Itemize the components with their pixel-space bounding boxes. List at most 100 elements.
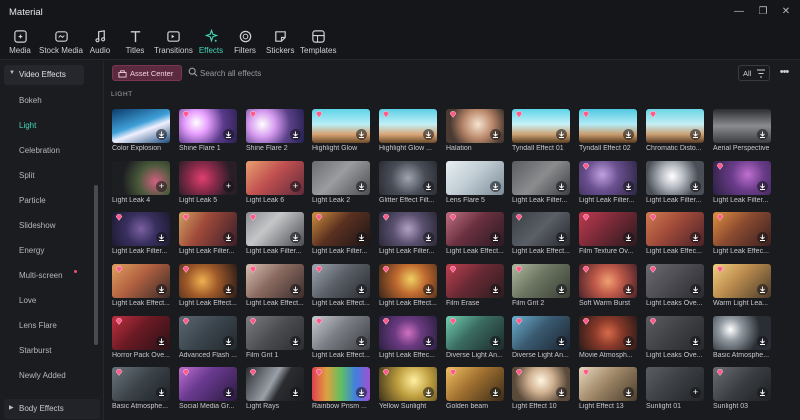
effect-card[interactable]: Sunlight 03 xyxy=(705,362,771,412)
sidebar-header-body-effects[interactable]: ▶ Body Effects xyxy=(4,399,100,419)
effect-card[interactable]: Soft Warm Burst xyxy=(571,259,637,309)
effect-thumbnail[interactable] xyxy=(512,161,570,195)
tab-transitions[interactable]: Transitions xyxy=(154,28,193,58)
effect-thumbnail[interactable] xyxy=(579,109,637,143)
download-icon[interactable] xyxy=(690,284,701,295)
effect-card[interactable]: Light Leak Effect... xyxy=(171,259,237,309)
effect-thumbnail[interactable] xyxy=(112,212,170,246)
effect-thumbnail[interactable] xyxy=(112,109,170,143)
effect-card[interactable]: + Light Leak 4 xyxy=(104,156,170,206)
tab-stock-media[interactable]: Stock Media xyxy=(38,28,84,58)
effect-card[interactable]: Highlight Glow ... xyxy=(371,104,437,154)
effect-thumbnail[interactable] xyxy=(646,264,704,298)
sidebar-scrollbar[interactable] xyxy=(94,185,98,345)
download-icon[interactable] xyxy=(490,336,501,347)
download-icon[interactable] xyxy=(356,387,367,398)
effect-card[interactable]: Shine Flare 1 xyxy=(171,104,237,154)
effect-thumbnail[interactable] xyxy=(446,212,504,246)
download-icon[interactable] xyxy=(623,284,634,295)
effect-thumbnail[interactable] xyxy=(713,316,771,350)
sidebar-item-love[interactable]: Love xyxy=(19,296,36,305)
download-icon[interactable] xyxy=(757,129,768,140)
effect-card[interactable]: Advanced Flash ... xyxy=(171,311,237,361)
effect-thumbnail[interactable] xyxy=(179,109,237,143)
effect-thumbnail[interactable] xyxy=(312,316,370,350)
effect-thumbnail[interactable] xyxy=(379,316,437,350)
effect-card[interactable]: Basic Atmosphe... xyxy=(104,362,170,412)
download-icon[interactable] xyxy=(223,232,234,243)
download-icon[interactable] xyxy=(690,232,701,243)
effect-card[interactable]: Light Leak Filter... xyxy=(304,207,370,257)
effect-thumbnail[interactable] xyxy=(512,212,570,246)
download-icon[interactable] xyxy=(690,129,701,140)
effect-card[interactable]: Film Texture Ov... xyxy=(571,207,637,257)
effect-thumbnail[interactable]: + xyxy=(646,367,704,401)
add-icon[interactable]: + xyxy=(690,387,701,398)
close-button[interactable]: ✕ xyxy=(778,5,794,19)
download-icon[interactable] xyxy=(423,232,434,243)
effect-thumbnail[interactable] xyxy=(246,367,304,401)
download-icon[interactable] xyxy=(290,387,301,398)
effect-thumbnail[interactable] xyxy=(379,212,437,246)
effect-thumbnail[interactable] xyxy=(379,367,437,401)
tab-filters[interactable]: Filters xyxy=(233,28,257,58)
download-icon[interactable] xyxy=(290,232,301,243)
effect-thumbnail[interactable] xyxy=(579,367,637,401)
effect-card[interactable]: Horror Pack Ove... xyxy=(104,311,170,361)
effect-thumbnail[interactable] xyxy=(446,161,504,195)
effect-card[interactable]: Rainbow Prism ... xyxy=(304,362,370,412)
effect-card[interactable]: Light Effect 10 xyxy=(504,362,570,412)
effect-thumbnail[interactable] xyxy=(512,316,570,350)
add-icon[interactable]: + xyxy=(156,181,167,192)
effect-thumbnail[interactable] xyxy=(646,109,704,143)
sidebar-item-energy[interactable]: Energy xyxy=(19,246,44,255)
effect-thumbnail[interactable] xyxy=(579,161,637,195)
effect-thumbnail[interactable] xyxy=(246,264,304,298)
download-icon[interactable] xyxy=(757,232,768,243)
effect-card[interactable]: Golden beam xyxy=(438,362,504,412)
sidebar-item-particle[interactable]: Particle xyxy=(19,196,46,205)
effect-card[interactable]: Light Leak 2 xyxy=(304,156,370,206)
effect-thumbnail[interactable] xyxy=(179,212,237,246)
download-icon[interactable] xyxy=(556,387,567,398)
effect-card[interactable]: Light Leak Filter... xyxy=(504,156,570,206)
effect-thumbnail[interactable]: + xyxy=(112,161,170,195)
effect-thumbnail[interactable] xyxy=(379,109,437,143)
effect-card[interactable]: Light Leak Filter... xyxy=(705,156,771,206)
search-input[interactable] xyxy=(200,65,500,81)
effect-thumbnail[interactable] xyxy=(512,264,570,298)
effect-thumbnail[interactable] xyxy=(112,367,170,401)
effect-card[interactable]: Basic Atmosphe... xyxy=(705,311,771,361)
effect-thumbnail[interactable] xyxy=(246,316,304,350)
effect-thumbnail[interactable] xyxy=(512,367,570,401)
effect-card[interactable]: Social Media Gr... xyxy=(171,362,237,412)
effect-thumbnail[interactable] xyxy=(379,161,437,195)
effect-card[interactable]: Shine Flare 2 xyxy=(238,104,304,154)
download-icon[interactable] xyxy=(556,181,567,192)
sidebar-item-starburst[interactable]: Starburst xyxy=(19,346,51,355)
sidebar-item-light[interactable]: Light xyxy=(19,121,36,130)
effect-thumbnail[interactable] xyxy=(446,109,504,143)
sidebar-item-bokeh[interactable]: Bokeh xyxy=(19,96,42,105)
download-icon[interactable] xyxy=(356,232,367,243)
effect-thumbnail[interactable] xyxy=(379,264,437,298)
download-icon[interactable] xyxy=(490,232,501,243)
effect-thumbnail[interactable] xyxy=(312,264,370,298)
effect-thumbnail[interactable] xyxy=(446,316,504,350)
download-icon[interactable] xyxy=(156,387,167,398)
download-icon[interactable] xyxy=(623,181,634,192)
minimize-button[interactable]: — xyxy=(731,5,747,19)
effect-thumbnail[interactable] xyxy=(646,161,704,195)
effect-thumbnail[interactable] xyxy=(646,316,704,350)
effect-thumbnail[interactable] xyxy=(112,316,170,350)
download-icon[interactable] xyxy=(490,284,501,295)
download-icon[interactable] xyxy=(423,387,434,398)
effect-thumbnail[interactable] xyxy=(579,264,637,298)
download-icon[interactable] xyxy=(757,181,768,192)
download-icon[interactable] xyxy=(290,129,301,140)
effect-card[interactable]: Light Leak Effect... xyxy=(304,311,370,361)
effect-thumbnail[interactable] xyxy=(112,264,170,298)
effect-card[interactable]: Light Leak Effect... xyxy=(504,207,570,257)
download-icon[interactable] xyxy=(423,284,434,295)
sidebar-header-video-effects[interactable]: ▼ Video Effects xyxy=(4,65,84,85)
